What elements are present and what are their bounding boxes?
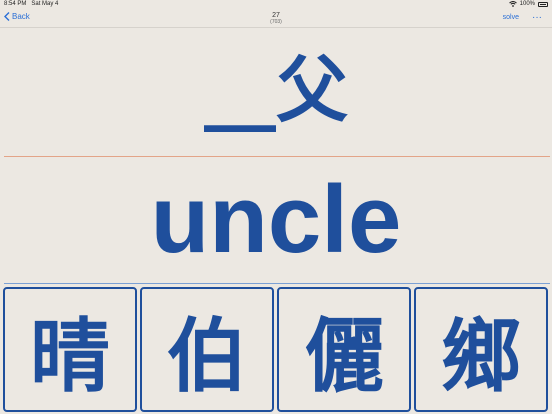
divider-bottom	[4, 283, 550, 284]
navigation-bar: Back 27 (703) solve ···	[0, 9, 552, 28]
battery-icon	[538, 1, 548, 7]
choice-button-3[interactable]: 儷	[277, 287, 411, 412]
card-index: 27	[272, 12, 280, 19]
meaning-text: uncle	[150, 166, 402, 273]
status-time: 8:54 PM Sat May 4	[4, 1, 58, 7]
choice-grid: 晴 伯 儷 鄉	[3, 287, 551, 412]
status-time-text: 8:54 PM	[4, 1, 27, 7]
card-total: (703)	[270, 19, 282, 25]
progress-counter: 27 (703)	[0, 12, 552, 25]
choice-button-4[interactable]: 鄉	[414, 287, 548, 412]
divider-top	[4, 156, 550, 157]
wifi-icon	[508, 1, 517, 7]
status-right: 100%	[508, 1, 548, 7]
choice-button-2[interactable]: 伯	[140, 287, 274, 412]
status-bar: 8:54 PM Sat May 4 100%	[0, 0, 552, 9]
word-prompt: __父	[203, 48, 348, 132]
status-date-text: Sat May 4	[31, 1, 59, 7]
more-options-button[interactable]: ···	[532, 12, 542, 23]
choice-button-1[interactable]: 晴	[3, 287, 137, 412]
solve-button[interactable]: solve	[503, 14, 519, 21]
battery-percent: 100%	[519, 1, 535, 7]
